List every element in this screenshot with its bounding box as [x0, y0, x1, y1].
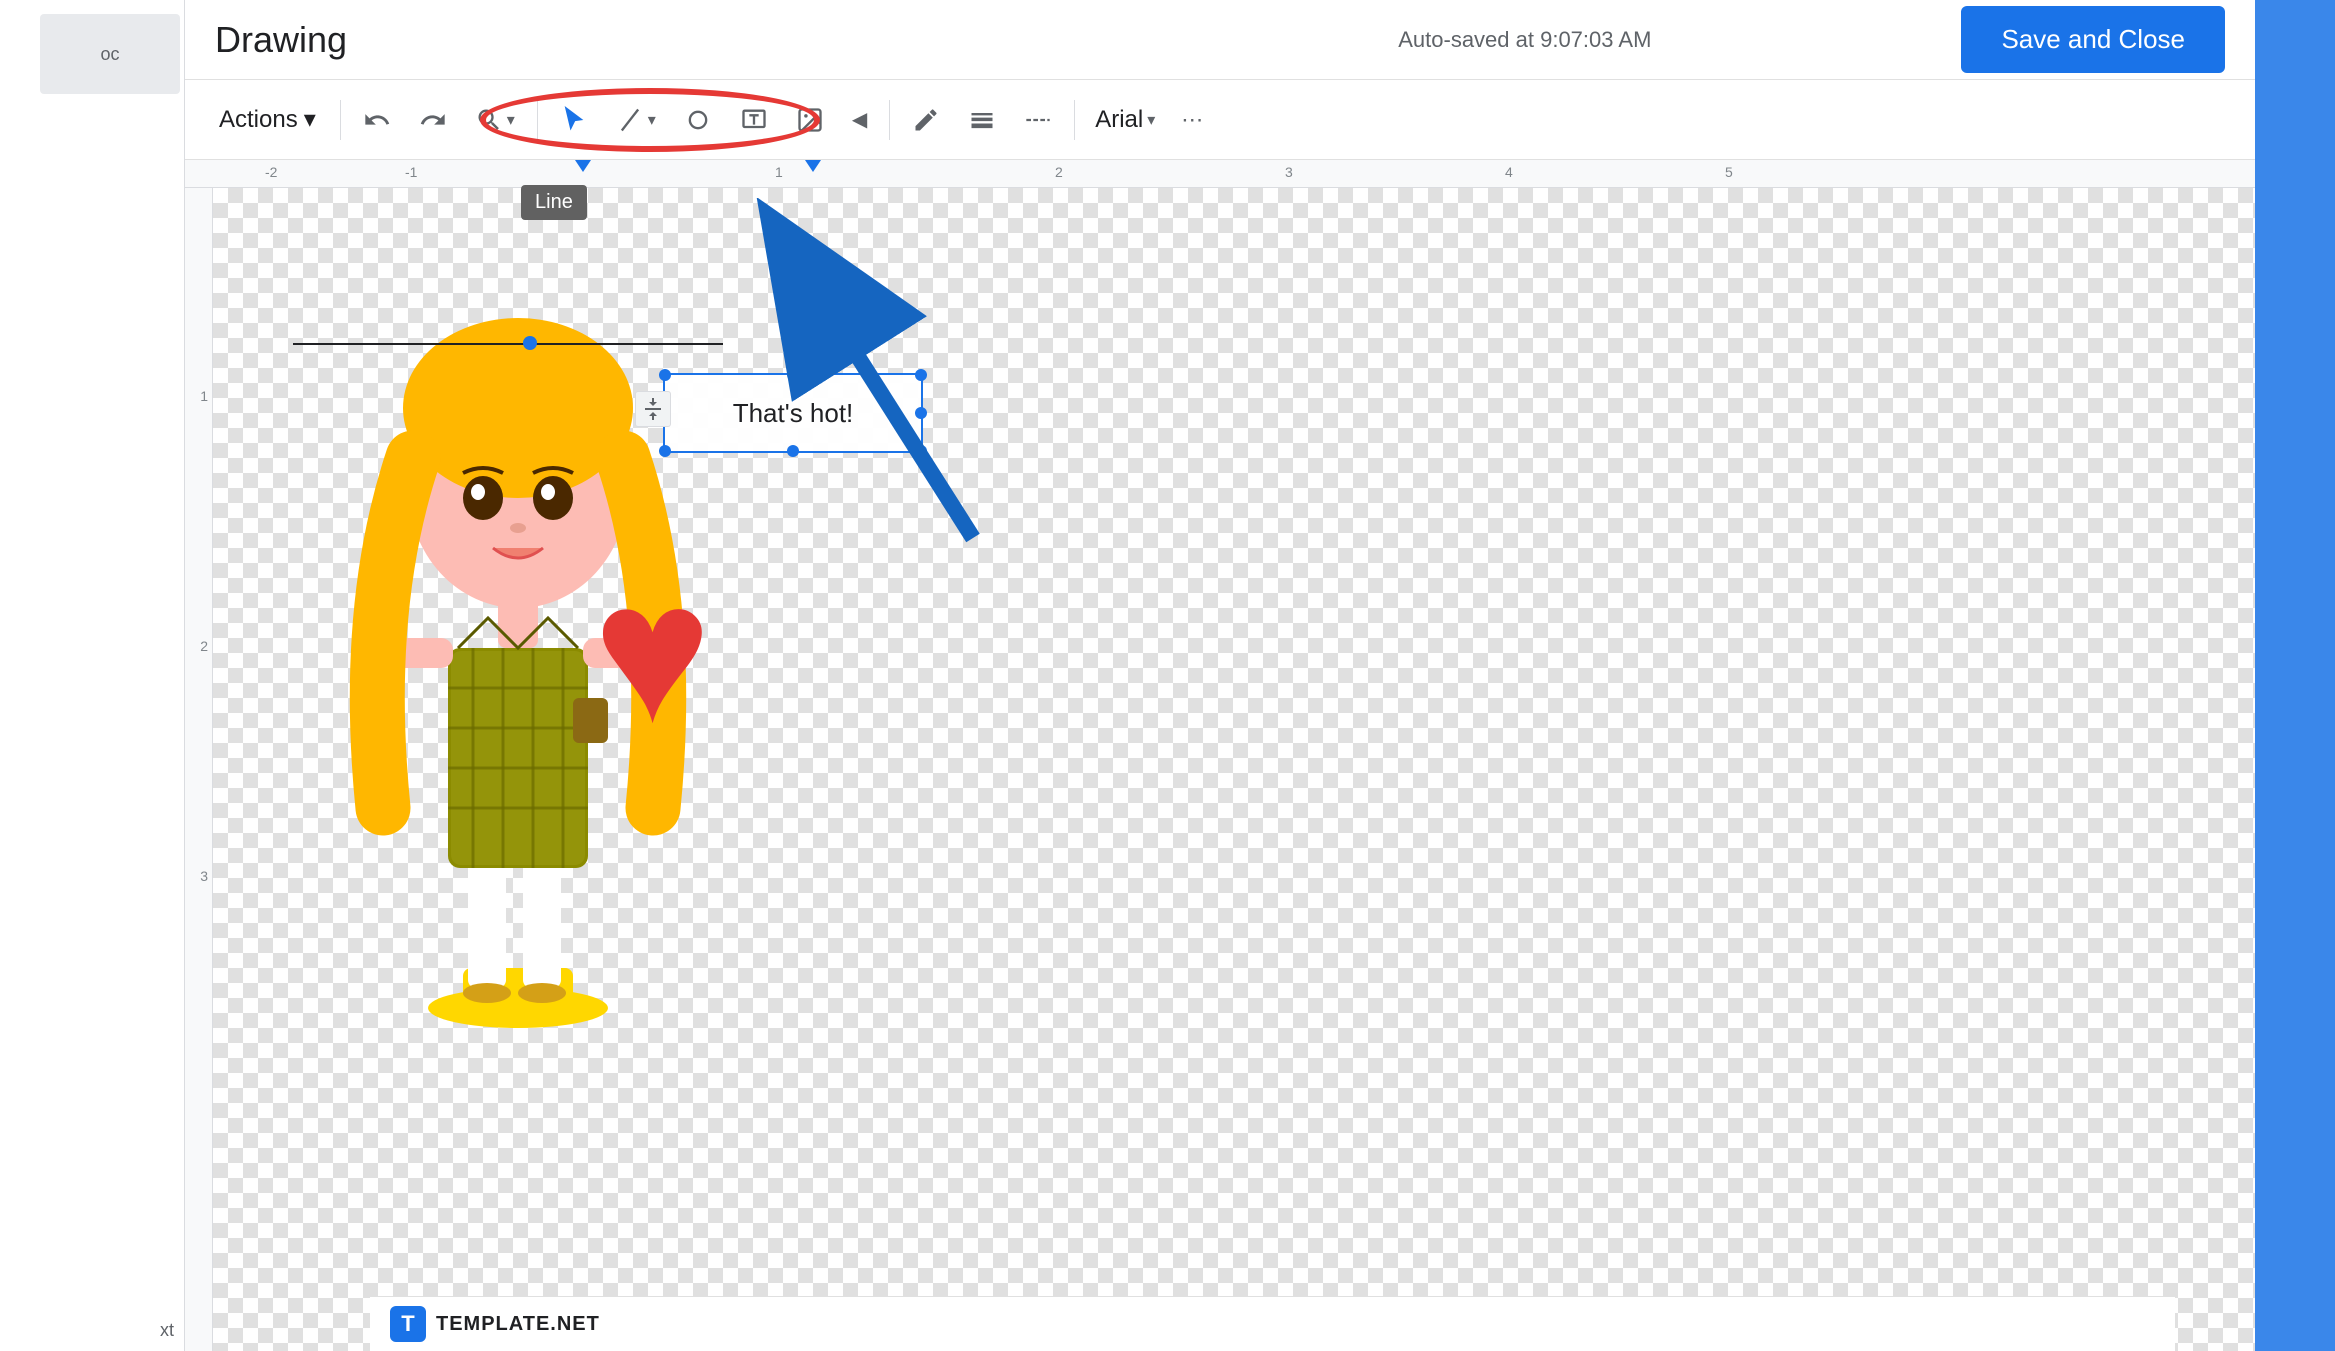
drawing-app: Drawing Auto-saved at 9:07:03 AM Save an… [185, 0, 2255, 1351]
font-selector-button[interactable]: Arial ▾ [1085, 100, 1165, 140]
pencil-tool-button[interactable] [900, 98, 952, 142]
line-dash-icon [1024, 106, 1052, 134]
actions-label: Actions [219, 106, 298, 134]
end-chevron-icon: ◀ [852, 107, 867, 132]
font-chevron: ▾ [1147, 110, 1155, 130]
ruler-tick-2: 2 [1055, 164, 1063, 180]
bottom-bar: T TEMPLATE.NET [370, 1296, 2175, 1351]
title-bar: Drawing Auto-saved at 9:07:03 AM Save an… [185, 0, 2255, 80]
line-chevron: ▾ [648, 110, 656, 130]
logo-text: TEMPLATE.NET [436, 1313, 600, 1336]
ruler-marker-left [575, 160, 591, 172]
ruler-tick-1: 1 [775, 164, 783, 180]
handle-tl[interactable] [659, 369, 671, 381]
line-icon [616, 106, 644, 134]
redo-button[interactable] [407, 98, 459, 142]
handle-mr[interactable] [915, 407, 927, 419]
zoom-button[interactable]: ▾ [463, 98, 527, 142]
select-tool-button[interactable] [548, 98, 600, 142]
font-label: Arial [1095, 106, 1143, 134]
ruler-vertical: 1 2 3 [185, 188, 213, 1351]
text-icon [740, 106, 768, 134]
ruler-tick-3: 3 [1285, 164, 1293, 180]
ruler-marker-right [805, 160, 821, 172]
toolbar-divider-4 [1074, 100, 1075, 140]
actions-button[interactable]: Actions ▾ [205, 97, 330, 142]
more-options-button[interactable]: ⋯ [1169, 99, 1215, 141]
valign-svg [641, 397, 665, 421]
ruler-tick-n2: -2 [265, 164, 277, 180]
line-weight-icon [968, 106, 996, 134]
ruler-tick-n1: -1 [405, 164, 417, 180]
toolbar-divider-2 [537, 100, 538, 140]
ruler-horizontal: -2 -1 1 2 3 4 5 [185, 160, 2255, 188]
shape-tool-button[interactable] [672, 98, 724, 142]
ruler-v-tick-2: 2 [200, 638, 208, 654]
line-weight-button[interactable] [956, 98, 1008, 142]
autosave-status: Auto-saved at 9:07:03 AM [1088, 27, 1961, 53]
heart-shape: ♥ [593, 553, 712, 753]
more-options-icon: ⋯ [1181, 107, 1203, 133]
handle-bl[interactable] [659, 445, 671, 457]
pencil-icon [912, 106, 940, 134]
shape-icon [684, 106, 712, 134]
line-handle[interactable] [523, 336, 537, 350]
line-tool-button[interactable]: ▾ [604, 98, 668, 142]
horizontal-line [293, 343, 723, 345]
text-tool-button[interactable] [728, 98, 780, 142]
left-sidebar: oc xt [0, 0, 185, 1351]
handle-bm[interactable] [787, 445, 799, 457]
right-strip [2255, 0, 2335, 1351]
app-title: Drawing [215, 19, 1088, 61]
ruler-v-tick-3: 3 [200, 868, 208, 884]
tools-end-chevron-button[interactable]: ◀ [840, 99, 879, 140]
sidebar-tab-top[interactable]: oc [40, 14, 180, 94]
text-box-content[interactable]: That's hot! [733, 398, 854, 429]
zoom-icon [475, 106, 503, 134]
toolbar: Actions ▾ ▾ ▾ [185, 80, 2255, 160]
undo-icon [363, 106, 391, 134]
valign-icon[interactable] [635, 391, 671, 427]
ruler-tick-4: 4 [1505, 164, 1513, 180]
handle-tm[interactable] [787, 369, 799, 381]
image-icon [796, 106, 824, 134]
save-close-button[interactable]: Save and Close [1961, 6, 2225, 73]
toolbar-divider-3 [889, 100, 890, 140]
handle-tr[interactable] [915, 369, 927, 381]
image-tool-button[interactable] [784, 98, 836, 142]
actions-chevron: ▾ [304, 105, 316, 134]
handle-br[interactable] [915, 445, 927, 457]
ruler-tick-5: 5 [1725, 164, 1733, 180]
undo-button[interactable] [351, 98, 403, 142]
drawing-canvas[interactable]: That's hot! ♥ [213, 188, 2255, 1351]
select-icon [560, 106, 588, 134]
redo-icon [419, 106, 447, 134]
canvas-area: 1 2 3 [185, 188, 2255, 1351]
ruler-v-tick-1: 1 [200, 388, 208, 404]
line-dash-button[interactable] [1012, 98, 1064, 142]
zoom-chevron: ▾ [507, 110, 515, 130]
text-box[interactable]: That's hot! [663, 373, 923, 453]
logo-icon: T [390, 1306, 426, 1342]
toolbar-divider-1 [340, 100, 341, 140]
